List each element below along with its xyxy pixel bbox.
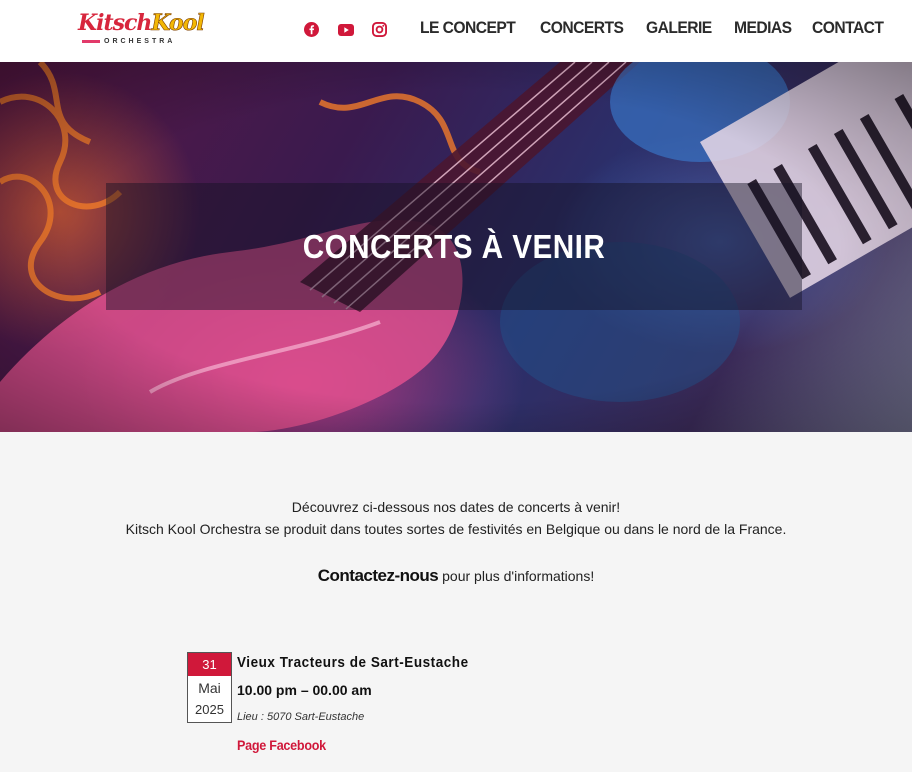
nav-concerts[interactable]: CONCERTS xyxy=(540,18,624,38)
event-year: 2025 xyxy=(195,702,224,717)
logo-word-2: Kool xyxy=(151,10,205,37)
contact-link[interactable]: Contactez-nous xyxy=(318,566,439,585)
event-location: Lieu : 5070 Sart-Eustache xyxy=(237,711,365,723)
nav-galerie[interactable]: GALERIE xyxy=(646,18,712,38)
event-time: 10.00 pm – 00.00 am xyxy=(237,682,372,698)
intro-text: Découvrez ci-dessous nos dates de concer… xyxy=(0,496,912,540)
intro-line-2: Kitsch Kool Orchestra se produit dans to… xyxy=(125,521,787,537)
logo-word-1: Kitsch xyxy=(78,10,152,36)
intro-line-1: Découvrez ci-dessous nos dates de concer… xyxy=(291,499,621,515)
event-day: 31 xyxy=(188,653,231,676)
site-logo[interactable]: KitschKool ORCHESTRA xyxy=(78,10,205,50)
youtube-icon[interactable] xyxy=(337,21,354,38)
event-date-badge: 31 Mai 2025 xyxy=(187,652,232,723)
logo-subtitle: ORCHESTRA xyxy=(104,38,176,45)
nav-medias[interactable]: MEDIAS xyxy=(734,18,792,38)
site-header: KitschKool ORCHESTRA LE CONCEPT CONCERTS… xyxy=(0,0,912,62)
logo-accent-bar xyxy=(82,40,100,43)
event-month: Mai xyxy=(198,680,221,696)
event-facebook-link[interactable]: Page Facebook xyxy=(237,737,326,753)
page-title: CONCERTS À VENIR xyxy=(302,227,606,265)
instagram-icon[interactable] xyxy=(371,21,388,38)
nav-contact[interactable]: CONTACT xyxy=(812,18,884,38)
contact-line-rest: pour plus d'informations! xyxy=(438,568,595,584)
nav-le-concept[interactable]: LE CONCEPT xyxy=(420,18,516,38)
event-title: Vieux Tracteurs de Sart-Eustache xyxy=(237,654,469,671)
logo-wordmark: KitschKool xyxy=(78,10,205,37)
contact-line: Contactez-nous pour plus d'informations! xyxy=(0,566,912,586)
facebook-icon[interactable] xyxy=(303,21,320,38)
main-nav: LE CONCEPT CONCERTS GALERIE MEDIAS CONTA… xyxy=(420,18,890,38)
social-links xyxy=(303,21,388,41)
